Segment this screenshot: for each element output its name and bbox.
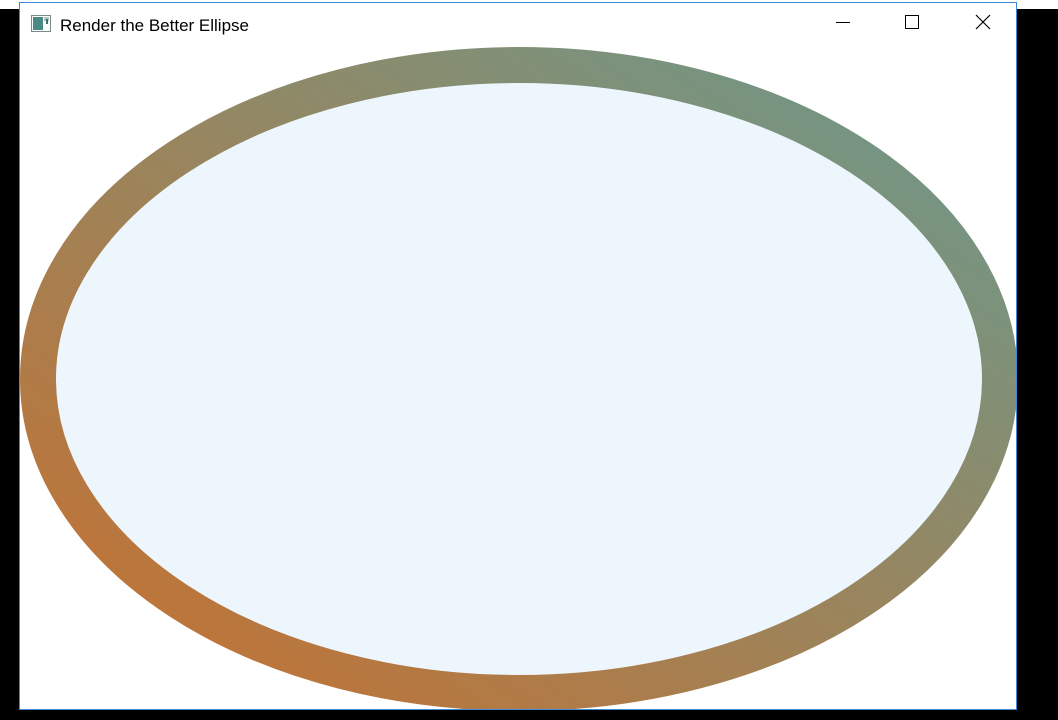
window-title: Render the Better Ellipse	[60, 16, 249, 35]
better-ellipse	[20, 47, 1016, 709]
app-icon	[31, 15, 51, 32]
app-window: Render the Better Ellipse	[19, 2, 1017, 710]
maximize-icon	[904, 14, 920, 35]
maximize-button[interactable]	[889, 3, 935, 45]
close-icon	[975, 14, 991, 35]
close-button[interactable]	[960, 3, 1006, 45]
ellipse-canvas	[20, 47, 1016, 709]
minimize-button[interactable]	[820, 3, 866, 45]
minimize-icon	[835, 14, 851, 35]
title-bar[interactable]: Render the Better Ellipse	[20, 3, 1016, 47]
